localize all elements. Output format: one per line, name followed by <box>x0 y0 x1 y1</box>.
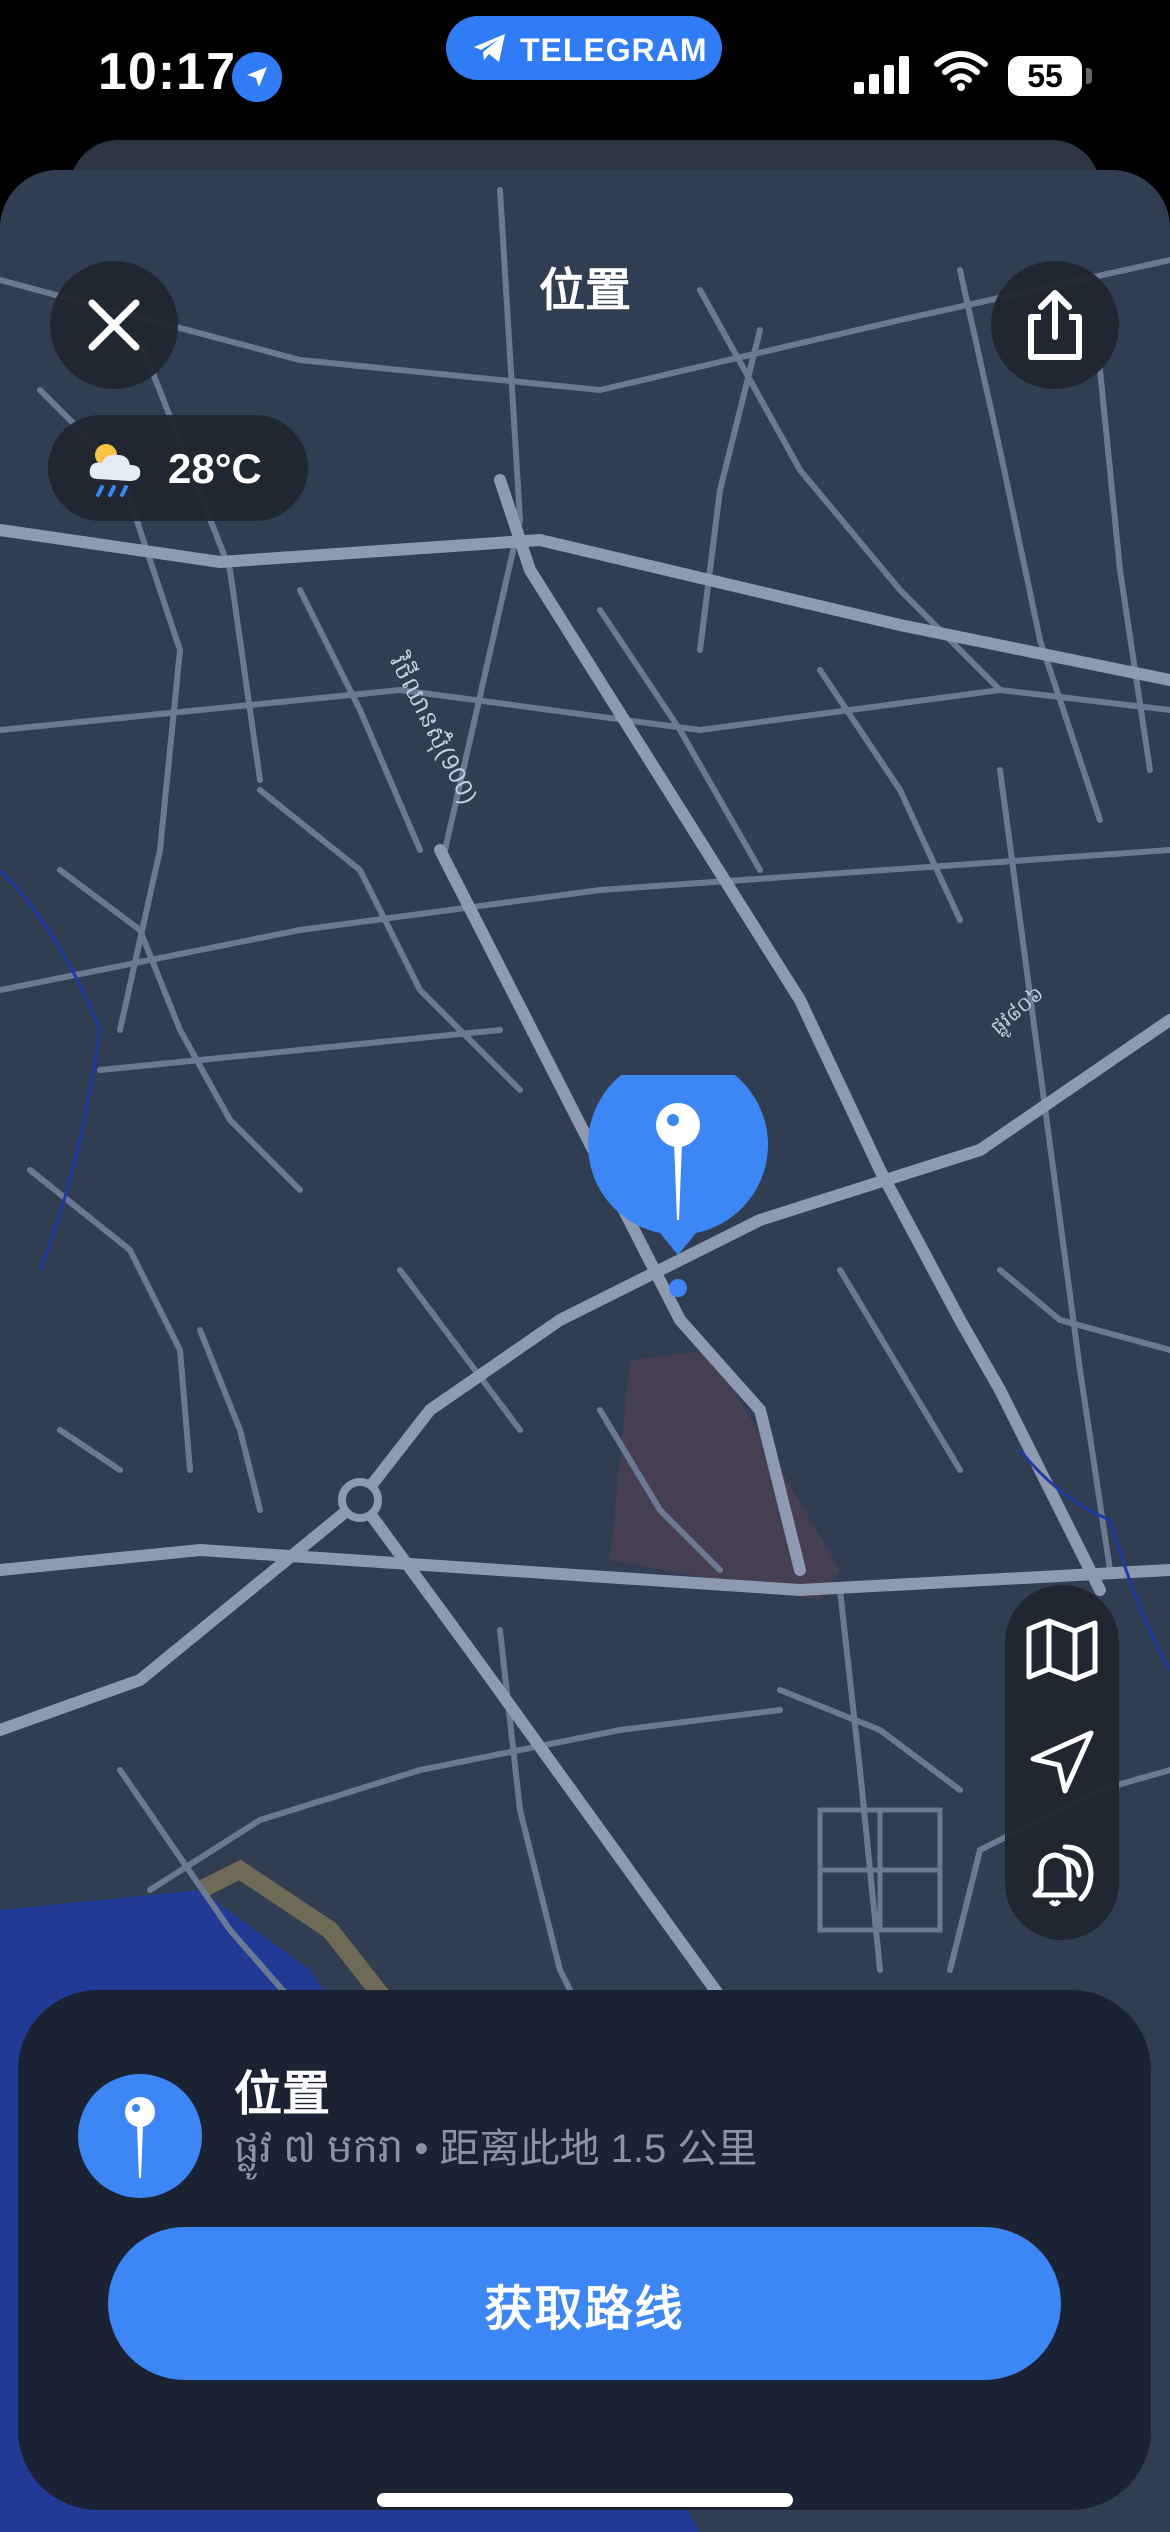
map-mode-icon <box>1026 1618 1098 1682</box>
status-time: 10:17 <box>98 43 236 101</box>
battery-cap <box>1086 68 1092 84</box>
location-title: 位置 <box>234 2068 331 2121</box>
weather-alert-icon <box>1032 1844 1094 1907</box>
location-pin-marker[interactable] <box>588 1054 768 1290</box>
map-pin-icon <box>588 1054 768 1255</box>
telegram-label: TELEGRAM <box>520 32 708 68</box>
weather-alert-button[interactable] <box>1005 1817 1119 1931</box>
my-location-button[interactable] <box>1005 1705 1119 1819</box>
map-control-panel <box>1005 1585 1119 1940</box>
weather-temperature: 28°C <box>168 445 262 492</box>
share-icon <box>1028 290 1082 360</box>
get-directions-button[interactable]: 获取路线 <box>108 2227 1061 2380</box>
home-indicator[interactable] <box>377 2493 793 2507</box>
location-card-pin <box>78 2074 202 2198</box>
status-bar: 10:17 TELEGRAM 55 <box>0 0 1170 150</box>
pin-icon <box>125 2097 155 2178</box>
share-button[interactable] <box>991 261 1119 389</box>
battery-icon: 55 <box>1008 56 1082 96</box>
cloud-rain-sun-icon <box>89 444 141 497</box>
my-location-icon <box>1030 1730 1094 1794</box>
weather-badge[interactable]: 28°C <box>48 415 308 521</box>
location-arrow-icon <box>232 52 282 102</box>
telegram-icon <box>474 34 505 62</box>
battery-level: 55 <box>1027 58 1063 94</box>
location-subtitle: ផ្លូវ ៧ មករា • 距离此地 1.5 公里 <box>234 2127 758 2171</box>
telegram-return-pill[interactable]: TELEGRAM <box>446 16 722 80</box>
cellular-signal-icon <box>854 56 909 94</box>
wifi-icon <box>934 51 988 91</box>
map-mode-button[interactable] <box>1005 1593 1119 1707</box>
